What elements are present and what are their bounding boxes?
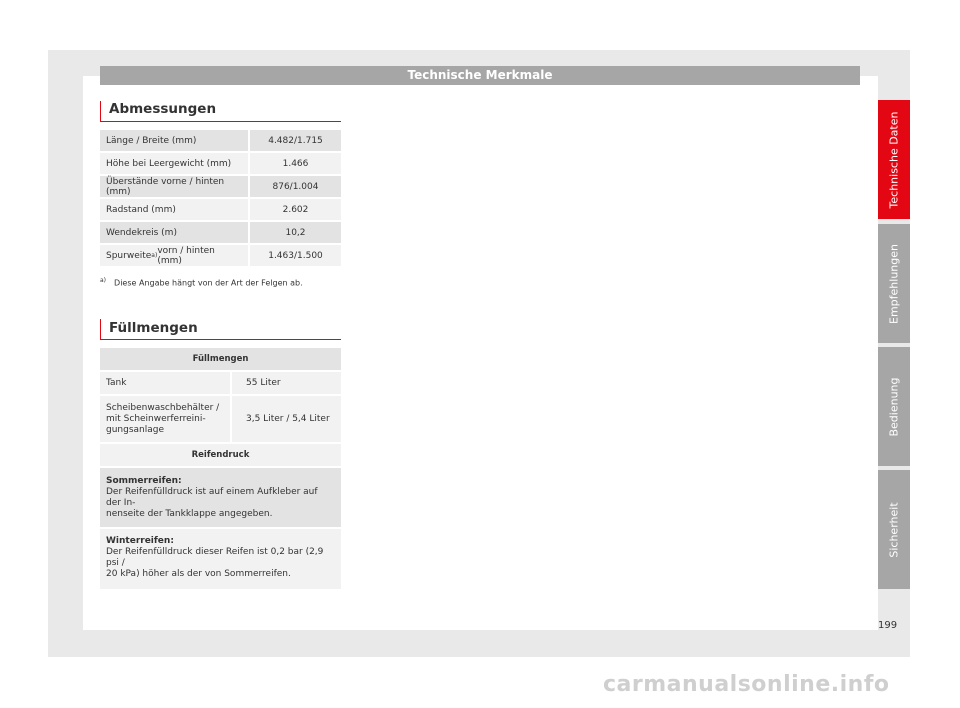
- row-value: 3,5 Liter / 5,4 Liter: [230, 396, 341, 442]
- chapter-header: Technische Merkmale: [100, 66, 860, 85]
- note-line: nenseite der Tankklappe angegeben.: [106, 509, 273, 519]
- row-label: Höhe bei Leergewicht (mm): [100, 153, 248, 174]
- winter-tire-note: Winterreifen: Der Reifenfülldruck dieser…: [100, 529, 341, 589]
- table-row: Tank 55 Liter: [100, 372, 341, 396]
- label-line: mit Scheinwerferreini-: [106, 413, 206, 424]
- table-row: Spurweite a) vorn / hinten (mm) 1.463/1.5…: [100, 245, 341, 268]
- tab-technische-daten[interactable]: Technische Daten: [878, 100, 910, 219]
- section-title-abmessungen: Abmessungen: [100, 101, 341, 122]
- row-label: Scheibenwaschbehälter / mit Scheinwerfer…: [100, 396, 230, 442]
- table-row: Scheibenwaschbehälter / mit Scheinwerfer…: [100, 396, 341, 444]
- section-title-fuellmengen: Füllmengen: [100, 319, 341, 340]
- table-heading: Reifendruck: [191, 450, 250, 460]
- tab-label: Empfehlungen: [887, 243, 901, 324]
- row-label: Tank: [100, 372, 230, 394]
- tab-sicherheit[interactable]: Sicherheit: [878, 470, 910, 589]
- note-title: Sommerreifen:: [106, 476, 182, 486]
- table-header-row: Füllmengen: [100, 348, 341, 372]
- table-row: Höhe bei Leergewicht (mm) 1.466: [100, 153, 341, 176]
- note-title: Winterreifen:: [106, 536, 174, 546]
- label-text: vorn / hinten (mm): [157, 245, 215, 266]
- note-line: Der Reifenfülldruck dieser Reifen ist 0,…: [106, 547, 324, 568]
- tab-label: Technische Daten: [887, 111, 901, 208]
- row-label: Überstände vorne / hinten (mm): [100, 176, 248, 197]
- row-value: 55 Liter: [230, 372, 341, 394]
- footnote-text: Diese Angabe hängt von der Art der Felge…: [114, 278, 303, 288]
- capacities-table: Füllmengen Tank 55 Liter Scheibenwaschbe…: [100, 348, 341, 591]
- page-number: 199: [878, 620, 898, 631]
- footnote-mark: a): [100, 277, 107, 284]
- tab-label: Sicherheit: [887, 501, 901, 558]
- label-line: Scheibenwaschbehälter /: [106, 402, 220, 413]
- dimensions-table: Länge / Breite (mm) 4.482/1.715 Höhe bei…: [100, 130, 341, 268]
- row-value: 876/1.004: [248, 176, 341, 197]
- note-line: 20 kPa) höher als der von Sommerreifen.: [106, 569, 291, 579]
- row-label: Länge / Breite (mm): [100, 130, 248, 151]
- row-value: 1.466: [248, 153, 341, 174]
- tab-bedienung[interactable]: Bedienung: [878, 347, 910, 466]
- row-value: 1.463/1.500: [248, 245, 341, 266]
- label-line: gungsanlage: [106, 424, 165, 435]
- table-heading: Füllmengen: [192, 354, 249, 364]
- table-row: Überstände vorne / hinten (mm) 876/1.004: [100, 176, 341, 199]
- note-line: Der Reifenfülldruck ist auf einem Aufkle…: [106, 487, 318, 508]
- row-label: Wendekreis (m): [100, 222, 248, 243]
- summer-tire-note: Sommerreifen: Der Reifenfülldruck ist au…: [100, 468, 341, 527]
- row-label: Spurweite a) vorn / hinten (mm): [100, 245, 248, 266]
- table-row: Radstand (mm) 2.602: [100, 199, 341, 222]
- table-row: Länge / Breite (mm) 4.482/1.715: [100, 130, 341, 153]
- row-value: 2.602: [248, 199, 341, 220]
- watermark: carmanualsonline.info: [603, 672, 890, 697]
- tab-label: Bedienung: [887, 376, 901, 437]
- row-value: 10,2: [248, 222, 341, 243]
- table-row: Wendekreis (m) 10,2: [100, 222, 341, 245]
- row-label: Radstand (mm): [100, 199, 248, 220]
- tab-empfehlungen[interactable]: Empfehlungen: [878, 224, 910, 343]
- label-text: Spurweite: [106, 250, 152, 261]
- footnote: a) Diese Angabe hängt von der Art der Fel…: [100, 277, 303, 288]
- row-value: 4.482/1.715: [248, 130, 341, 151]
- table-header-row: Reifendruck: [100, 444, 341, 468]
- table-row: Sommerreifen: Der Reifenfülldruck ist au…: [100, 468, 341, 529]
- table-row: Winterreifen: Der Reifenfülldruck dieser…: [100, 529, 341, 591]
